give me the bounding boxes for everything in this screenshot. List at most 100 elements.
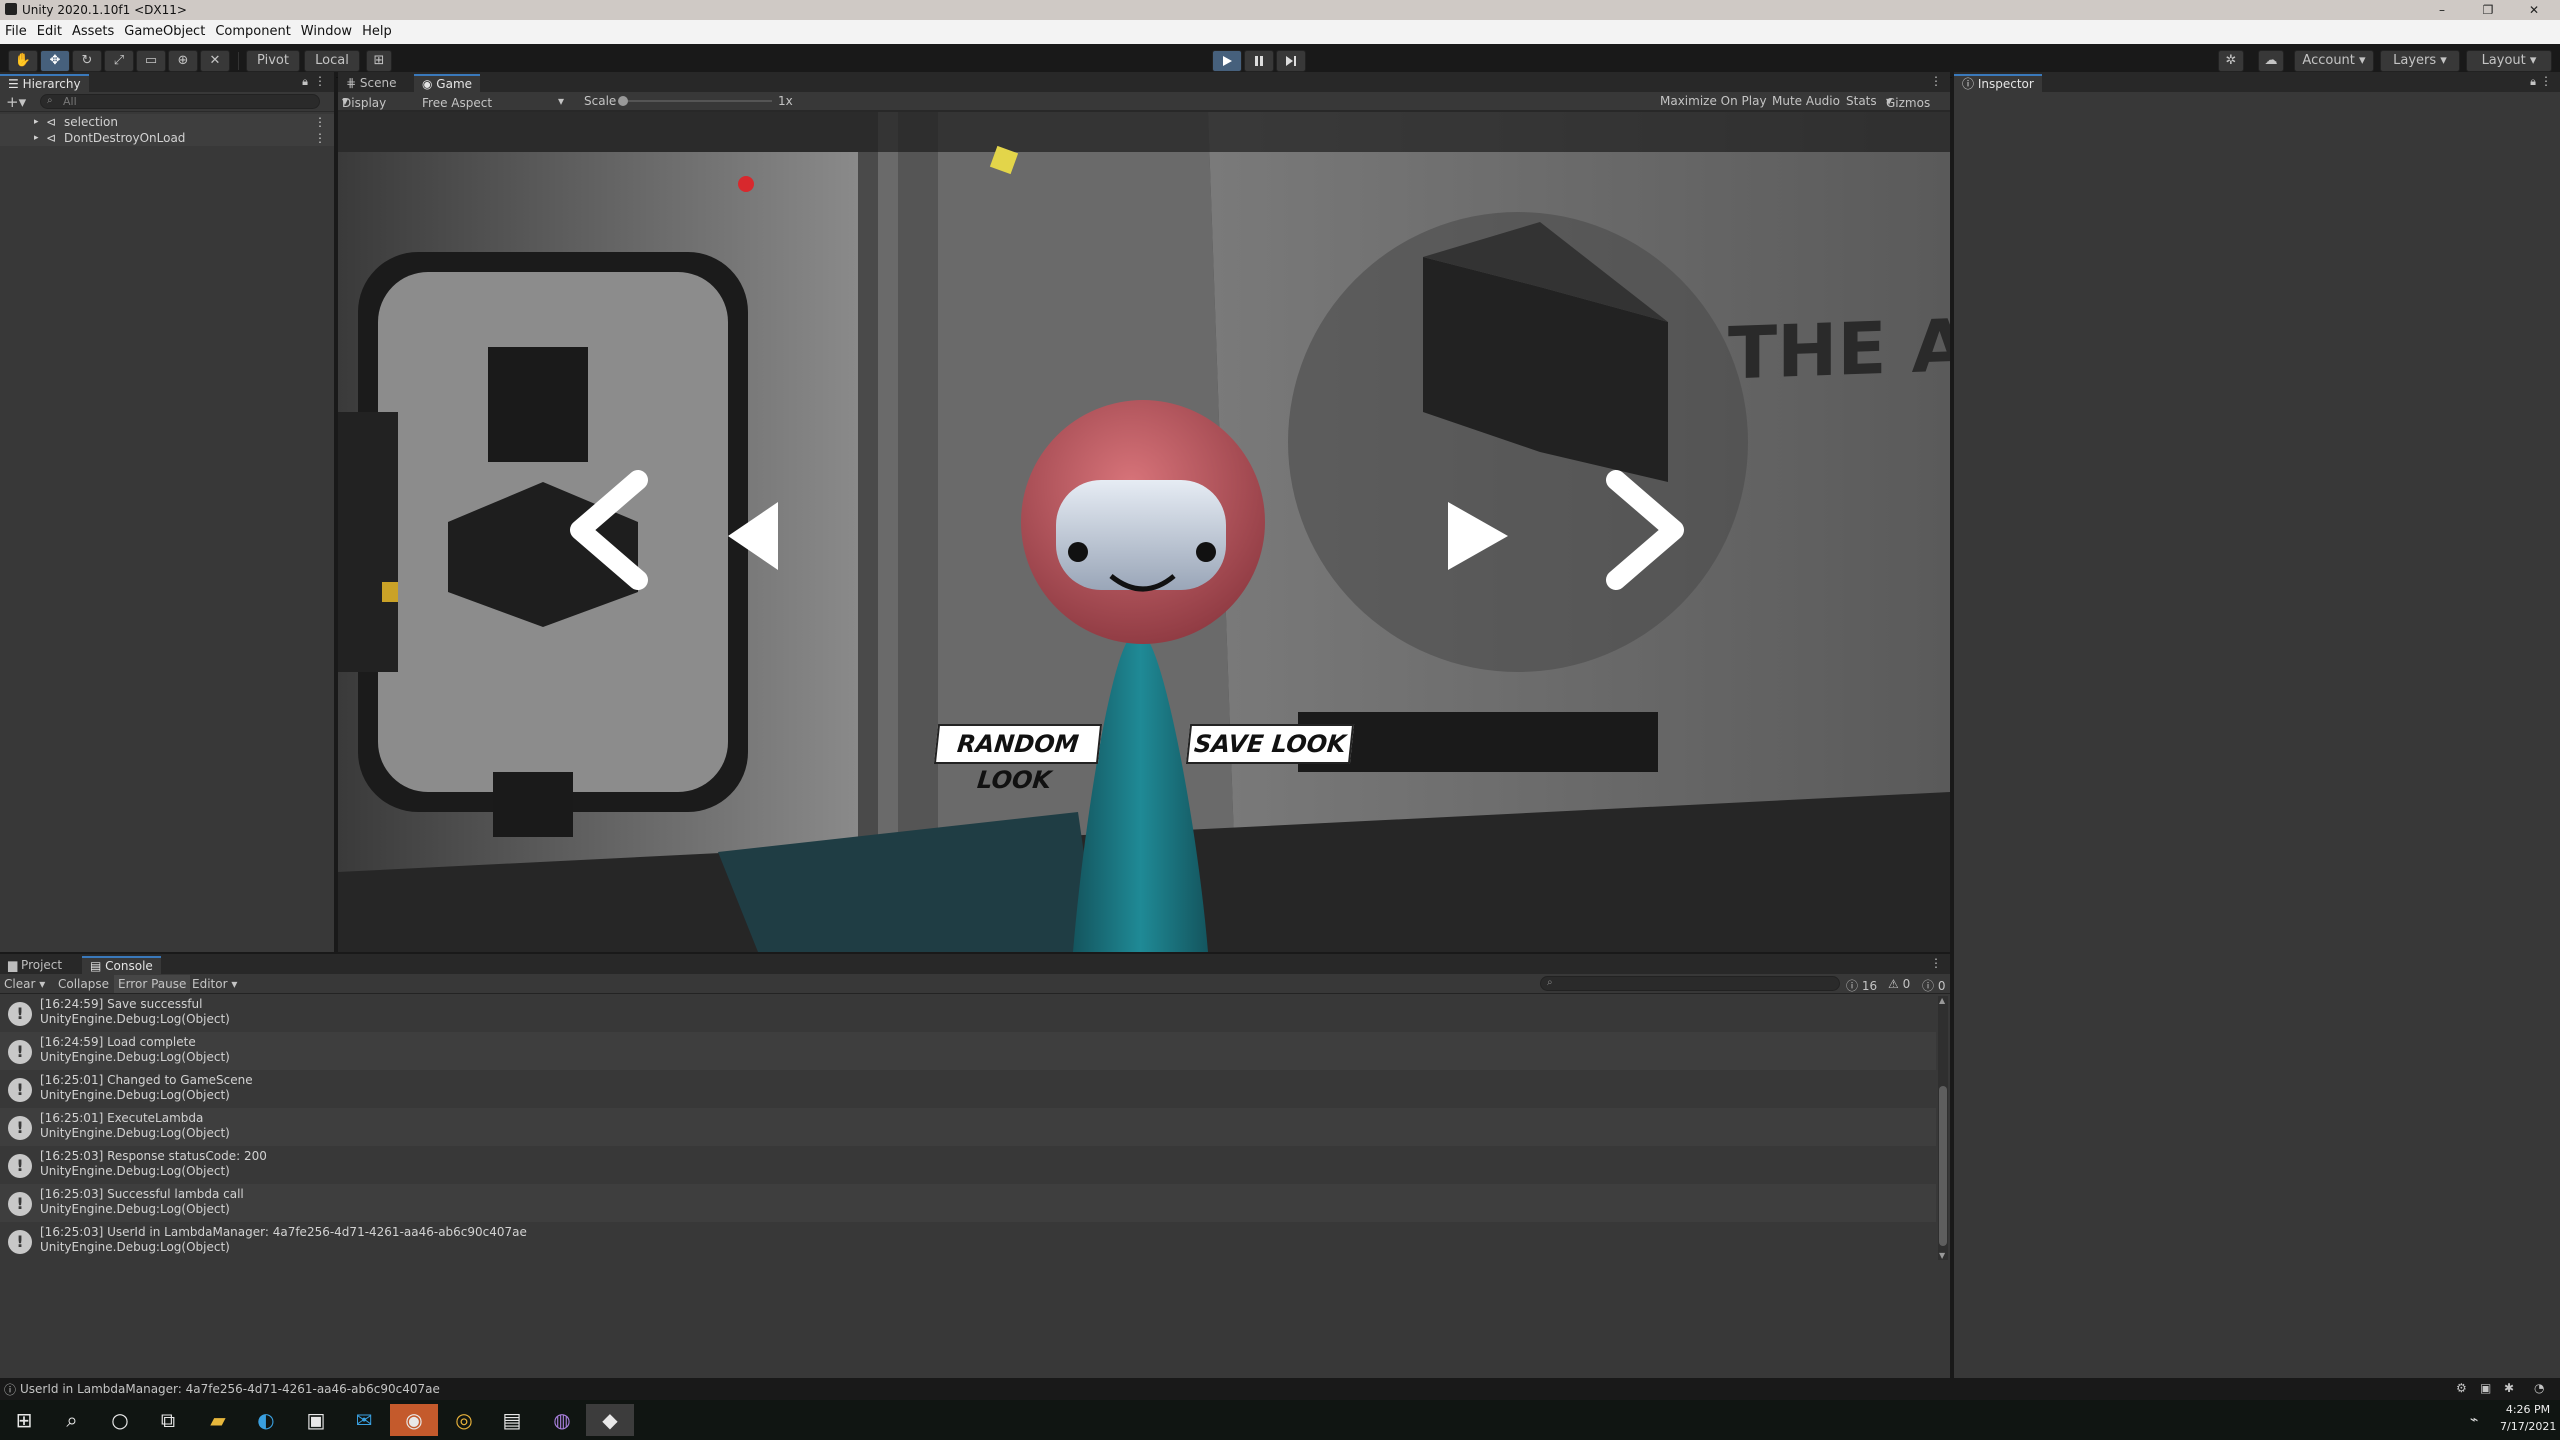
menu-file[interactable]: File — [0, 20, 32, 44]
network-icon[interactable]: ⌁ — [2470, 1412, 2478, 1428]
hierarchy-item-selection[interactable]: ▸ ⊲ selection ⋮ — [0, 114, 334, 130]
warning-count-toggle[interactable]: ⚠ 0 — [1888, 977, 1910, 991]
clear-dropdown[interactable]: Clear ▾ — [4, 977, 45, 991]
scroll-down-icon[interactable]: ▼ — [1939, 1251, 1945, 1260]
settings-icon[interactable]: ◔ — [2534, 1381, 2544, 1395]
scrollbar-thumb[interactable] — [1939, 1086, 1947, 1246]
kebab-menu-icon[interactable]: ⋮ — [1930, 74, 1942, 88]
grid-snap-icon[interactable]: ⊞ — [366, 50, 392, 72]
task-view-icon[interactable]: ⧉ — [144, 1404, 192, 1436]
hierarchy-item-dontdestroyonload[interactable]: ▸ ⊲ DontDestroyOnLoad ⋮ — [0, 130, 334, 146]
log-entry[interactable]: ! [16:25:01] Changed to GameScene UnityEng… — [0, 1070, 1936, 1108]
chrome-icon[interactable]: ◎ — [440, 1404, 488, 1436]
restore-button[interactable]: ❐ — [2466, 1, 2510, 19]
layout-dropdown[interactable]: Layout ▾ — [2466, 50, 2552, 72]
scroll-up-icon[interactable]: ▲ — [1939, 996, 1945, 1005]
editor-dropdown[interactable]: Editor ▾ — [192, 977, 237, 991]
collapse-toggle[interactable]: Collapse — [58, 977, 109, 991]
store-icon[interactable]: ▣ — [292, 1404, 340, 1436]
log-entry[interactable]: ! [16:25:03] UserId in LambdaManager: 4a7… — [0, 1222, 1936, 1260]
prev-item-button[interactable] — [718, 492, 788, 582]
menu-gameobject[interactable]: GameObject — [119, 20, 210, 44]
cache-icon[interactable]: ▣ — [2480, 1381, 2491, 1395]
mail-icon[interactable]: ✉ — [340, 1404, 388, 1436]
menu-window[interactable]: Window — [296, 20, 357, 44]
scale-tool-icon[interactable]: ⤢ — [104, 50, 134, 72]
console-scrollbar[interactable]: ▲ ▼ — [1938, 996, 1948, 1260]
kebab-menu-icon[interactable]: ⋮ — [2540, 74, 2552, 88]
kebab-menu-icon[interactable]: ⋮ — [314, 74, 326, 88]
search-icon[interactable]: ⌕ — [48, 1404, 96, 1436]
clock-time[interactable]: 4:26 PM — [2500, 1403, 2556, 1416]
menu-edit[interactable]: Edit — [32, 20, 67, 44]
minimize-button[interactable]: – — [2420, 1, 2464, 19]
tab-hierarchy[interactable]: ☰ Hierarchy — [0, 74, 89, 92]
kebab-menu-icon[interactable]: ⋮ — [314, 114, 326, 130]
next-category-button[interactable] — [1598, 472, 1698, 592]
tab-scene[interactable]: ⋕ Scene — [338, 74, 404, 92]
custom-tool-icon[interactable]: ✕ — [200, 50, 230, 72]
scale-slider-handle[interactable] — [618, 96, 628, 106]
github-desktop-icon[interactable]: ◍ — [538, 1404, 586, 1436]
cortana-icon[interactable]: ○ — [96, 1404, 144, 1436]
lock-icon[interactable]: 🔒︎ — [302, 75, 308, 89]
menu-assets[interactable]: Assets — [67, 20, 119, 44]
hand-tool-icon[interactable]: ✋ — [8, 50, 38, 72]
collab-icon[interactable]: ✲ — [2218, 50, 2244, 72]
scale-slider-track[interactable] — [618, 96, 772, 106]
rect-tool-icon[interactable]: ▭ — [136, 50, 166, 72]
rotate-tool-icon[interactable]: ↻ — [72, 50, 102, 72]
info-count-toggle[interactable]: ⓘ 16 — [1846, 977, 1877, 994]
file-explorer-icon[interactable]: ▰ — [194, 1404, 242, 1436]
log-entry[interactable]: ! [16:24:59] Save successful UnityEngine.D… — [0, 994, 1936, 1032]
save-look-button[interactable]: SAVE LOOK — [1185, 724, 1355, 764]
step-button[interactable] — [1276, 50, 1306, 72]
local-toggle[interactable]: Local — [304, 50, 360, 72]
prev-category-button[interactable] — [566, 472, 686, 592]
move-tool-icon[interactable]: ✥ — [40, 50, 70, 72]
edge-icon[interactable]: ◐ — [242, 1404, 290, 1436]
cloud-icon[interactable]: ☁ — [2258, 50, 2284, 72]
tab-game[interactable]: ◉ Game — [414, 74, 481, 92]
expand-arrow-icon[interactable]: ▸ — [34, 114, 39, 130]
next-item-button[interactable] — [1438, 492, 1518, 582]
kebab-menu-icon[interactable]: ⋮ — [314, 130, 326, 146]
log-entry[interactable]: ! [16:24:59] Load complete UnityEngine.Deb… — [0, 1032, 1936, 1070]
play-button[interactable] — [1212, 50, 1242, 72]
pause-button[interactable] — [1244, 50, 1274, 72]
unity-icon[interactable]: ◆ — [586, 1404, 634, 1436]
transform-tool-icon[interactable]: ⊕ — [168, 50, 198, 72]
mute-audio-toggle[interactable]: Mute Audio — [1772, 94, 1840, 108]
pivot-toggle[interactable]: Pivot — [246, 50, 300, 72]
discord-icon[interactable]: ◉ — [390, 1404, 438, 1436]
display-dropdown[interactable]: Display 1 ▾ — [342, 94, 386, 124]
menu-help[interactable]: Help — [357, 20, 397, 44]
status-message[interactable]: UserId in LambdaManager: 4a7fe256-4d71-4… — [20, 1382, 440, 1396]
menu-component[interactable]: Component — [210, 20, 295, 44]
log-entry[interactable]: ! [16:25:03] Successful lambda call UnityE… — [0, 1184, 1936, 1222]
expand-arrow-icon[interactable]: ▸ — [34, 130, 39, 146]
random-look-button[interactable]: RANDOM LOOK — [933, 724, 1103, 794]
maximize-on-play-toggle[interactable]: Maximize On Play — [1660, 94, 1767, 108]
log-entry[interactable]: ! [16:25:01] ExecuteLambda UnityEngine.Deb… — [0, 1108, 1936, 1146]
windows-start-icon[interactable]: ⊞ — [0, 1404, 48, 1436]
account-dropdown[interactable]: Account ▾ — [2294, 50, 2374, 72]
tab-project[interactable]: ▆ Project — [0, 956, 70, 974]
clock-date[interactable]: 7/17/2021 — [2500, 1420, 2556, 1433]
progress-icon[interactable]: ✱ — [2504, 1381, 2514, 1395]
log-entry[interactable]: ! [16:25:03] Response statusCode: 200 Unit… — [0, 1146, 1936, 1184]
console-search-input[interactable]: ⌕ — [1540, 976, 1840, 991]
tab-console[interactable]: ▤ Console — [82, 956, 161, 974]
close-button[interactable]: ✕ — [2512, 1, 2556, 19]
kebab-menu-icon[interactable]: ⋮ — [1930, 956, 1942, 970]
gizmos-dropdown[interactable]: Gizmos ▾ — [1886, 94, 1930, 110]
error-count-toggle[interactable]: ⓘ 0 — [1922, 977, 1945, 994]
layers-dropdown[interactable]: Layers ▾ — [2380, 50, 2460, 72]
lock-icon[interactable]: 🔒︎ — [2530, 75, 2536, 89]
stats-toggle[interactable]: Stats — [1846, 94, 1877, 108]
hierarchy-search-input[interactable]: ⌕ All — [40, 94, 320, 109]
app-icon[interactable]: ▤ — [488, 1404, 536, 1436]
tab-inspector[interactable]: ⓘ Inspector — [1954, 74, 2042, 92]
error-pause-toggle[interactable]: Error Pause — [114, 975, 191, 993]
add-icon[interactable]: +▾ — [6, 93, 26, 111]
